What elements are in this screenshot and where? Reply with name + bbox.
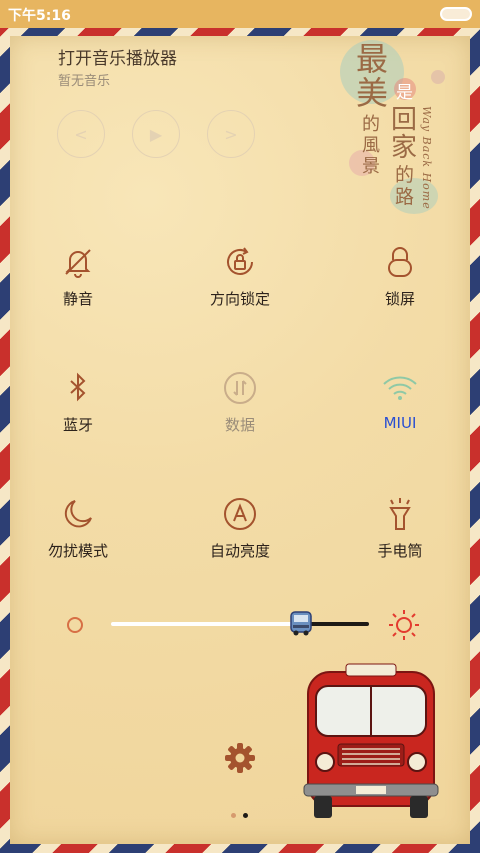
settings-gear-icon[interactable] bbox=[224, 742, 256, 774]
decor-text: 最美 bbox=[356, 40, 389, 112]
toggle-label: 锁屏 bbox=[384, 290, 415, 308]
toggle-label: 蓝牙 bbox=[62, 416, 93, 434]
flashlight-icon bbox=[389, 498, 411, 530]
lock-icon bbox=[388, 247, 412, 277]
toggle-label: 方向锁定 bbox=[209, 290, 270, 308]
brightness-high-icon bbox=[389, 610, 419, 640]
toggle-flashlight[interactable]: 手电筒 bbox=[340, 496, 460, 576]
moon-icon bbox=[64, 500, 92, 528]
red-bus-illustration bbox=[303, 663, 439, 818]
status-time: 下午5:16 bbox=[8, 8, 71, 24]
toggle-auto-brightness[interactable]: 自动亮度 bbox=[180, 496, 300, 576]
toggle-label: 自动亮度 bbox=[209, 542, 270, 560]
decor-text: 回家 bbox=[391, 105, 418, 163]
play-button[interactable]: ▶ bbox=[132, 110, 180, 158]
play-icon: ▶ bbox=[149, 124, 163, 144]
toggle-wifi[interactable]: MIUI bbox=[340, 370, 460, 450]
music-player-title[interactable]: 打开音乐播放器 bbox=[58, 44, 177, 69]
page-indicator-dot bbox=[231, 813, 236, 818]
decor-english: Way Back Home bbox=[420, 106, 433, 210]
brightness-track-filled[interactable] bbox=[111, 622, 301, 626]
toggle-mute[interactable]: 静音 bbox=[18, 244, 138, 324]
page-indicator-dot-active bbox=[243, 813, 248, 818]
toggle-label: 勿扰模式 bbox=[47, 542, 108, 560]
toggle-do-not-disturb[interactable]: 勿扰模式 bbox=[18, 496, 138, 576]
decor-text: 是 bbox=[396, 83, 413, 103]
next-button[interactable]: > bbox=[207, 110, 255, 158]
toggle-label: 手电筒 bbox=[377, 542, 423, 560]
brightness-slider-thumb[interactable] bbox=[289, 611, 313, 637]
music-player-subtitle: 暂无音乐 bbox=[58, 74, 111, 89]
toggle-data[interactable]: 数据 bbox=[180, 370, 300, 450]
toggle-lock-screen[interactable]: 锁屏 bbox=[340, 244, 460, 324]
chevron-right-icon: > bbox=[224, 124, 238, 144]
previous-button[interactable]: < bbox=[57, 110, 105, 158]
toggle-bluetooth[interactable]: 蓝牙 bbox=[18, 370, 138, 450]
status-bar: 下午5:16 bbox=[0, 0, 480, 28]
toggle-label: 静音 bbox=[62, 290, 93, 308]
rotation-lock-icon bbox=[227, 247, 253, 275]
toggle-label: 数据 bbox=[224, 416, 255, 434]
toggle-rotation-lock[interactable]: 方向锁定 bbox=[180, 244, 300, 324]
data-icon bbox=[224, 372, 256, 404]
bell-off-icon bbox=[65, 249, 91, 278]
battery-icon bbox=[440, 7, 472, 21]
auto-brightness-icon bbox=[224, 498, 256, 530]
decor-bubble bbox=[431, 70, 445, 84]
brightness-low-icon bbox=[67, 617, 83, 633]
toggle-label: MIUI bbox=[383, 414, 417, 432]
bluetooth-icon bbox=[70, 372, 86, 402]
decor-text: 的路 bbox=[395, 164, 415, 208]
chevron-left-icon: < bbox=[74, 124, 88, 144]
wifi-icon bbox=[383, 376, 417, 400]
decor-text: 的風景 bbox=[362, 114, 380, 177]
